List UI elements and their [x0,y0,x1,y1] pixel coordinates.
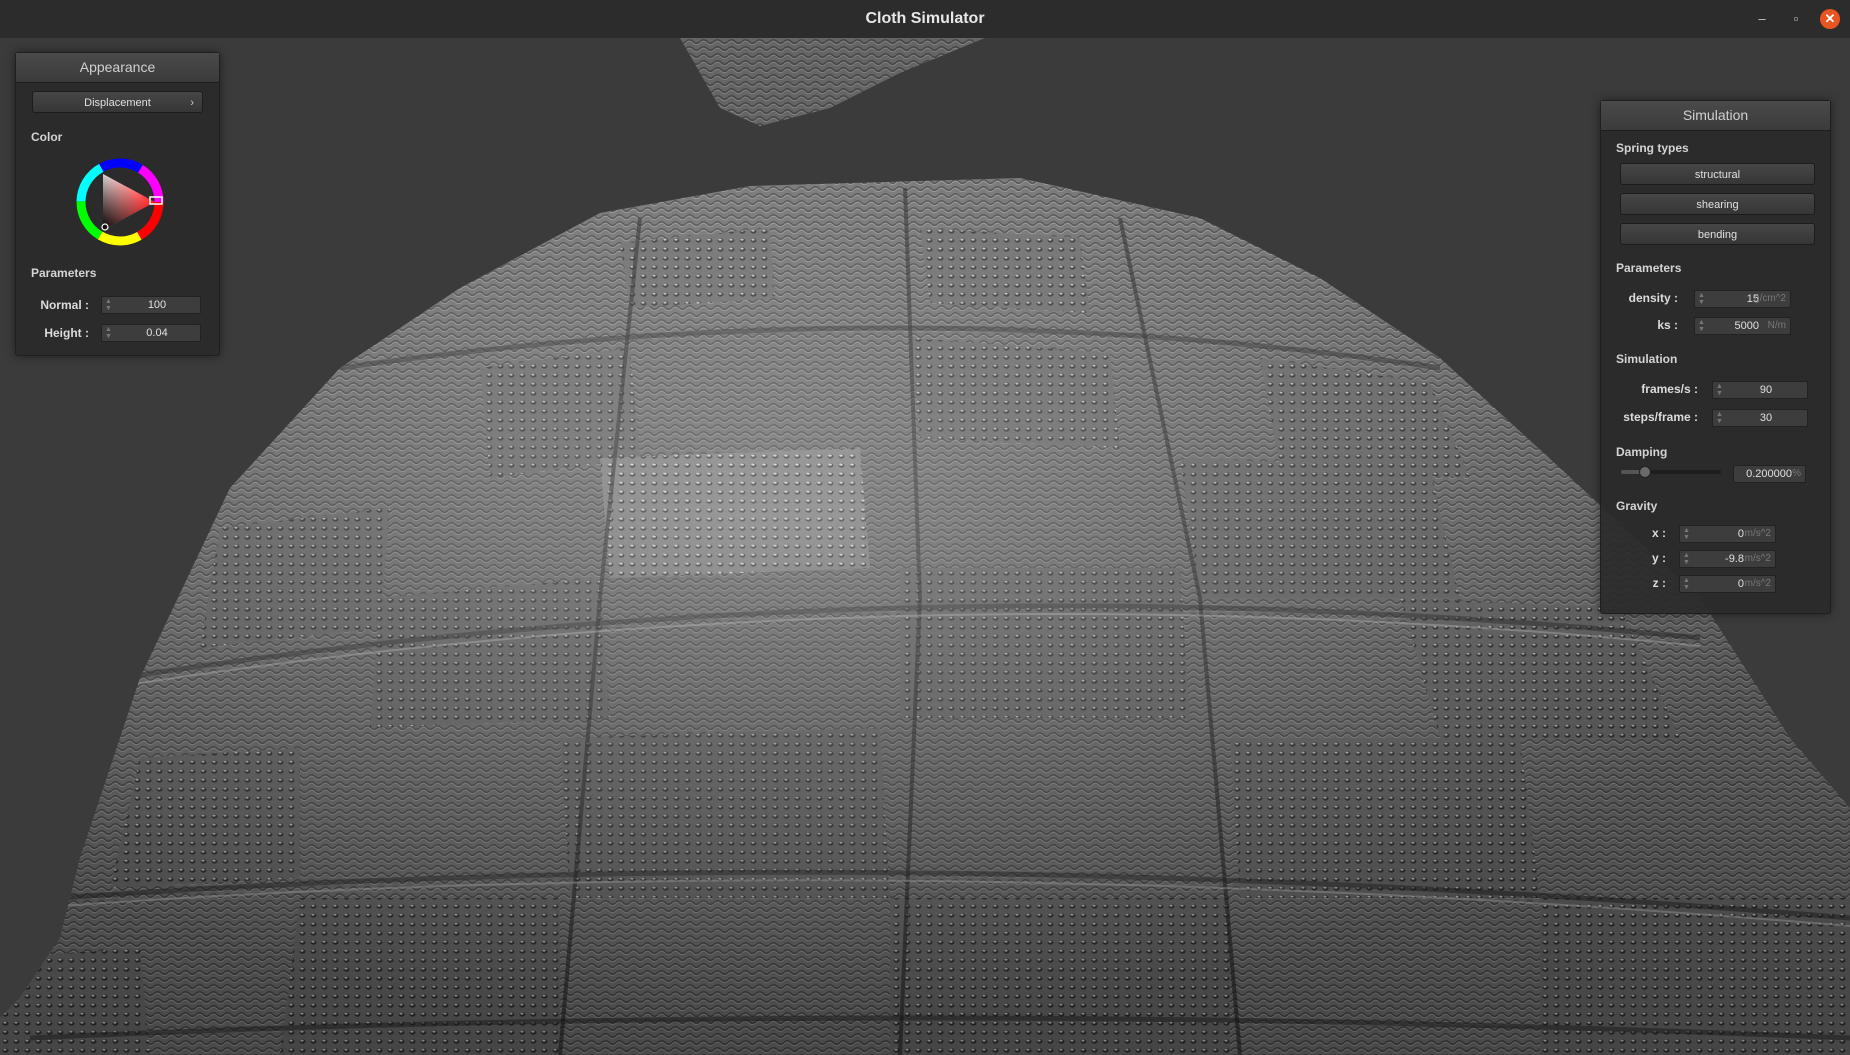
ks-label: ks : [1657,318,1678,332]
gravity-y-input[interactable]: ▲ ▼ -9.8 m/s^2 [1679,550,1776,568]
cloth-render [0,38,1850,1055]
gravity-x-unit: m/s^2 [1744,528,1771,539]
spinner-icon[interactable]: ▲ ▼ [1683,552,1690,566]
damping-section-label: Damping [1616,445,1668,459]
simulation-parameters-label: Parameters [1616,261,1682,275]
shearing-button[interactable]: shearing [1620,193,1815,215]
height-input[interactable]: ▲ ▼ 0.04 [101,324,201,342]
spinner-icon[interactable]: ▲ ▼ [1698,292,1705,306]
damping-slider-knob[interactable] [1638,466,1651,478]
fps-input[interactable]: ▲ ▼ 90 [1712,381,1808,399]
gravity-z-value: 0 [1737,578,1744,590]
normal-label: Normal : [40,298,89,312]
damping-value: 0.200000 [1746,468,1792,480]
density-unit: g/cm^2 [1754,293,1786,304]
chevron-right-icon: › [190,97,194,109]
damping-input[interactable]: 0.200000 % [1733,465,1806,483]
gravity-y-unit: m/s^2 [1744,553,1771,564]
title-bar: Cloth Simulator – ▫ ✕ [0,0,1850,39]
ks-value: 5000 [1734,320,1759,332]
structural-button[interactable]: structural [1620,163,1815,185]
spinner-icon[interactable]: ▲ ▼ [1716,411,1723,425]
maximize-icon[interactable]: ▫ [1786,9,1806,29]
gravity-x-label: x : [1651,526,1666,540]
spinner-icon[interactable]: ▲ ▼ [105,326,112,340]
fps-label: frames/s : [1641,382,1698,396]
color-section-label: Color [31,130,63,144]
damping-unit: % [1792,468,1801,479]
simulation-section-label: Simulation [1616,352,1678,366]
spinner-icon[interactable]: ▲ ▼ [1698,319,1705,333]
ks-input[interactable]: ▲ ▼ 5000 N/m [1694,317,1791,335]
steps-input[interactable]: ▲ ▼ 30 [1712,409,1808,427]
steps-value: 30 [1759,412,1773,424]
spinner-icon[interactable]: ▲ ▼ [105,298,112,312]
normal-input[interactable]: ▲ ▼ 100 [101,296,201,314]
appearance-title: Appearance [16,53,219,83]
render-viewport[interactable] [0,38,1850,1055]
height-value: 0.04 [146,327,168,339]
gravity-z-label: z : [1652,576,1666,590]
steps-label: steps/frame : [1623,410,1698,424]
gravity-z-input[interactable]: ▲ ▼ 0 m/s^2 [1679,575,1776,593]
density-label: density : [1628,291,1678,305]
gravity-section-label: Gravity [1616,499,1658,513]
window-title: Cloth Simulator [865,10,985,27]
gravity-y-label: y : [1651,551,1666,565]
spinner-icon[interactable]: ▲ ▼ [1683,577,1690,591]
density-input[interactable]: ▲ ▼ 15 g/cm^2 [1694,290,1791,308]
minimize-icon[interactable]: – [1752,9,1772,29]
simulation-panel: Simulation Spring types structural shear… [1600,100,1831,614]
appearance-parameters-label: Parameters [31,266,97,280]
spinner-icon[interactable]: ▲ ▼ [1683,527,1690,541]
spring-types-label: Spring types [1616,141,1689,155]
color-wheel[interactable] [75,157,165,247]
shader-dropdown[interactable]: Displacement › [32,91,203,113]
gravity-x-input[interactable]: ▲ ▼ 0 m/s^2 [1679,525,1776,543]
height-label: Height : [44,326,89,340]
shader-dropdown-label: Displacement [84,97,151,109]
damping-slider[interactable] [1621,465,1721,479]
appearance-panel: Appearance Displacement › Color Paramete… [15,52,220,356]
close-icon[interactable]: ✕ [1820,9,1840,29]
gravity-y-value: -9.8 [1725,553,1744,565]
normal-value: 100 [147,299,167,311]
gravity-z-unit: m/s^2 [1744,578,1771,589]
simulation-title: Simulation [1601,101,1830,131]
bending-button[interactable]: bending [1620,223,1815,245]
spinner-icon[interactable]: ▲ ▼ [1716,383,1723,397]
ks-unit: N/m [1767,320,1786,331]
fps-value: 90 [1759,384,1773,396]
gravity-x-value: 0 [1737,528,1744,540]
